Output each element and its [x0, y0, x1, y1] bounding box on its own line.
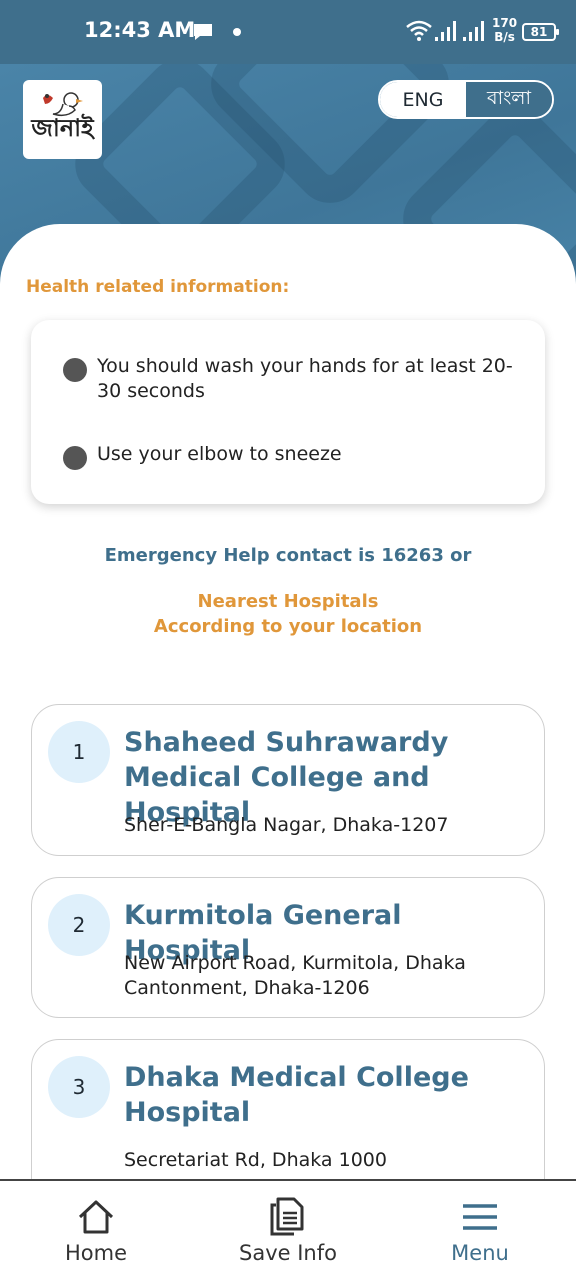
wifi-icon: [406, 20, 432, 41]
hospital-address: Secretariat Rd, Dhaka 1000: [124, 1149, 387, 1171]
menu-icon: [463, 1204, 497, 1230]
health-info-card: You should wash your hands for at least …: [31, 320, 545, 504]
nearest-hospitals-heading: Nearest Hospitals According to your loca…: [0, 589, 576, 639]
chat-bubble-icon: [194, 24, 212, 40]
language-option-eng[interactable]: ENG: [380, 82, 466, 117]
hospital-card[interactable]: 3 Dhaka Medical College Hospital Secreta…: [31, 1039, 545, 1180]
app-logo: জানাই: [23, 80, 102, 159]
health-section-title: Health related information:: [26, 277, 290, 297]
status-bar: 12:43 AM 170 B/s 81: [0, 0, 576, 64]
notification-dot-icon: [233, 28, 241, 36]
hospital-number-badge: 2: [48, 894, 110, 956]
hospital-address: Sher-E-Bangla Nagar, Dhaka-1207: [124, 814, 449, 836]
network-speed-unit: B/s: [494, 30, 515, 44]
hospital-card[interactable]: 2 Kurmitola General Hospital New Airport…: [31, 877, 545, 1018]
logo-text: জানাই: [31, 113, 94, 142]
nearest-hospitals-line1: Nearest Hospitals: [197, 591, 379, 612]
battery-icon: 81: [522, 23, 559, 41]
language-toggle[interactable]: ENG বাংলা: [378, 80, 554, 119]
document-icon: [270, 1197, 304, 1236]
nav-menu[interactable]: Menu: [384, 1181, 576, 1280]
status-time: 12:43 AM: [84, 18, 196, 42]
bottom-navigation: Home Save Info Menu: [0, 1179, 576, 1280]
hospital-name: Dhaka Medical College Hospital: [124, 1062, 469, 1128]
main-content: Health related information: You should w…: [0, 224, 576, 1180]
language-option-bangla[interactable]: বাংলা: [466, 82, 552, 117]
health-tip-text: You should wash your hands for at least …: [97, 355, 513, 402]
hospital-number-badge: 3: [48, 1056, 110, 1118]
health-tip-text: Use your elbow to sneeze: [97, 443, 342, 465]
nav-home[interactable]: Home: [0, 1181, 192, 1280]
bullet-icon: [63, 358, 87, 382]
hospital-address: New Airport Road, Kurmitola, Dhaka Canto…: [124, 952, 466, 999]
nav-menu-label: Menu: [451, 1241, 509, 1265]
hospital-card[interactable]: 1 Shaheed Suhrawardy Medical College and…: [31, 704, 545, 856]
signal-icon: [463, 21, 484, 41]
network-speed: 170 B/s: [492, 16, 517, 44]
health-tip: You should wash your hands for at least …: [63, 354, 525, 404]
emergency-contact-text[interactable]: Emergency Help contact is 16263 or: [0, 545, 576, 566]
hospital-number-badge: 1: [48, 721, 110, 783]
nearest-hospitals-line2: According to your location: [153, 616, 423, 637]
health-tip: Use your elbow to sneeze: [63, 442, 525, 470]
signal-icon: [435, 21, 456, 41]
battery-level: 81: [530, 25, 548, 39]
nav-home-label: Home: [64, 1241, 127, 1265]
bullet-icon: [63, 446, 87, 470]
home-icon: [78, 1200, 114, 1234]
network-speed-value: 170: [492, 16, 518, 30]
nav-save-info[interactable]: Save Info: [192, 1181, 384, 1280]
nav-save-info-label: Save Info: [239, 1241, 337, 1265]
